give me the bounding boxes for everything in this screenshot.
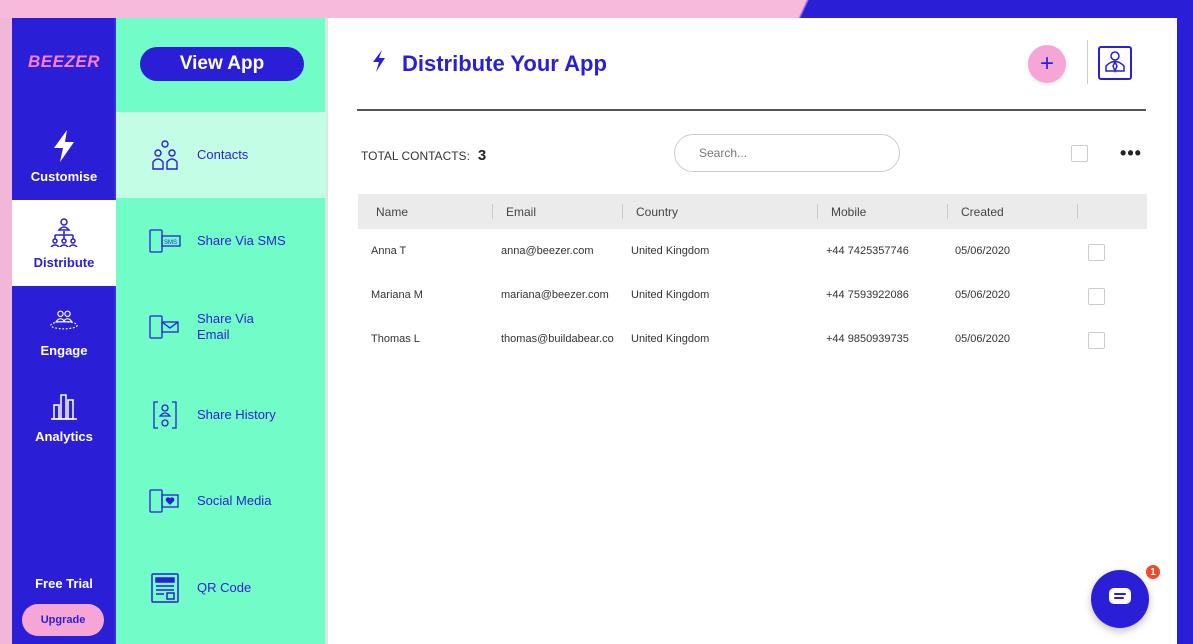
upgrade-button[interactable]: Upgrade [22, 604, 104, 636]
svg-text:SMS: SMS [164, 240, 177, 246]
cell-created: 05/06/2020 [955, 333, 1011, 345]
row-checkbox[interactable] [1088, 332, 1105, 349]
more-options-button[interactable]: ••• [1117, 143, 1145, 163]
email-icon [148, 310, 182, 344]
sub-nav: View App Contacts SMS Share Via SMS Shar… [116, 18, 328, 644]
column-header-name[interactable]: Name [376, 194, 408, 229]
column-divider [947, 204, 948, 219]
cell-created: 05/06/2020 [955, 245, 1011, 257]
user-profile-icon [1104, 49, 1126, 78]
cell-name: Mariana M [371, 289, 423, 301]
sms-icon: SMS [148, 224, 182, 258]
contacts-table: Name Email Country Mobile Created Anna T… [358, 194, 1147, 361]
background-blue-strip [1177, 0, 1193, 644]
nav-item-customise[interactable]: Customise [12, 114, 116, 200]
column-divider [622, 204, 623, 219]
chat-launcher-button[interactable] [1091, 570, 1149, 628]
social-heart-icon [148, 484, 182, 518]
subnav-item-label: Social Media [197, 493, 272, 508]
nav-item-engage[interactable]: Engage [12, 288, 116, 374]
subnav-item-sms[interactable]: SMS Share Via SMS [116, 198, 326, 284]
column-header-email[interactable]: Email [506, 194, 536, 229]
column-divider [1077, 204, 1078, 219]
nav-item-distribute[interactable]: Distribute [12, 200, 116, 286]
row-checkbox[interactable] [1088, 244, 1105, 261]
cell-mobile: +44 7425357746 [826, 245, 909, 257]
subnav-item-label: Share Via Email [197, 311, 254, 342]
column-header-mobile[interactable]: Mobile [831, 194, 866, 229]
page-title: Distribute Your App [402, 50, 607, 76]
beezer-logo: BEEZER [28, 52, 100, 71]
bolt-icon [372, 50, 386, 77]
cell-created: 05/06/2020 [955, 289, 1011, 301]
column-divider [817, 204, 818, 219]
free-trial-label: Free Trial [35, 576, 93, 591]
header-divider [1087, 40, 1088, 84]
cell-mobile: +44 9850939735 [826, 333, 909, 345]
subnav-item-label: Contacts [197, 147, 249, 162]
row-checkbox[interactable] [1088, 288, 1105, 305]
cell-email: thomas@buildabear.co [501, 333, 614, 345]
cell-name: Anna T [371, 245, 407, 257]
background-pink-strip [0, 0, 12, 644]
cell-country: United Kingdom [631, 289, 710, 301]
title-divider [357, 109, 1146, 111]
view-app-button[interactable]: View App [140, 47, 304, 81]
cell-email: mariana@beezer.com [501, 289, 609, 301]
chat-bubble-icon [1108, 587, 1132, 612]
user-profile-button[interactable] [1098, 46, 1132, 80]
nav-item-analytics[interactable]: Analytics [12, 374, 116, 460]
column-divider [492, 204, 493, 219]
cell-email: anna@beezer.com [501, 245, 594, 257]
page-header: Distribute Your App [372, 50, 607, 77]
nav-item-label: Analytics [35, 428, 93, 444]
table-row[interactable]: Thomas L thomas@buildabear.co United Kin… [358, 317, 1147, 361]
search-input[interactable] [674, 134, 900, 172]
subnav-item-label: QR Code [197, 580, 252, 595]
subnav-item-contacts[interactable]: Contacts [116, 112, 326, 198]
column-header-created[interactable]: Created [961, 194, 1004, 229]
qr-code-icon [148, 571, 182, 605]
total-contacts-count: 3 [477, 147, 487, 164]
cell-name: Thomas L [371, 333, 420, 345]
subnav-item-label: Share History [197, 407, 276, 422]
chat-notification-badge: 1 [1145, 564, 1161, 580]
main-nav: BEEZER Customise Distribute Engage Analy… [12, 18, 116, 644]
total-contacts: TOTAL CONTACTS: 3 [361, 147, 486, 164]
table-header: Name Email Country Mobile Created [358, 194, 1147, 229]
bar-chart-icon [49, 391, 79, 421]
subnav-item-label: Share Via SMS [197, 233, 286, 248]
nav-item-label: Customise [30, 168, 98, 184]
total-contacts-label: TOTAL CONTACTS: [361, 149, 470, 163]
bolt-icon [49, 129, 79, 162]
app-window: BEEZER Customise Distribute Engage Analy… [12, 18, 1177, 644]
cell-mobile: +44 7593922086 [826, 289, 909, 301]
table-row[interactable]: Anna T anna@beezer.com United Kingdom +4… [358, 229, 1147, 273]
column-header-country[interactable]: Country [636, 194, 678, 229]
contacts-icon [148, 138, 182, 172]
history-icon [148, 398, 182, 432]
cell-country: United Kingdom [631, 333, 710, 345]
table-row[interactable]: Mariana M mariana@beezer.com United King… [358, 273, 1147, 317]
subnav-item-email[interactable]: Share Via Email [116, 284, 326, 370]
main-content: Distribute Your App + TOTAL CONTACTS: 3 •… [328, 18, 1177, 644]
select-all-checkbox[interactable] [1071, 145, 1088, 162]
distribute-network-icon [49, 217, 79, 247]
subnav-item-share-history[interactable]: Share History [116, 372, 326, 458]
cell-country: United Kingdom [631, 245, 710, 257]
subnav-item-social-media[interactable]: Social Media [116, 458, 326, 544]
subnav-item-qr-code[interactable]: QR Code [116, 545, 326, 631]
nav-item-label: Engage [40, 342, 88, 358]
nav-item-label: Distribute [33, 254, 95, 270]
users-group-icon [49, 305, 79, 335]
add-button[interactable]: + [1028, 45, 1066, 83]
